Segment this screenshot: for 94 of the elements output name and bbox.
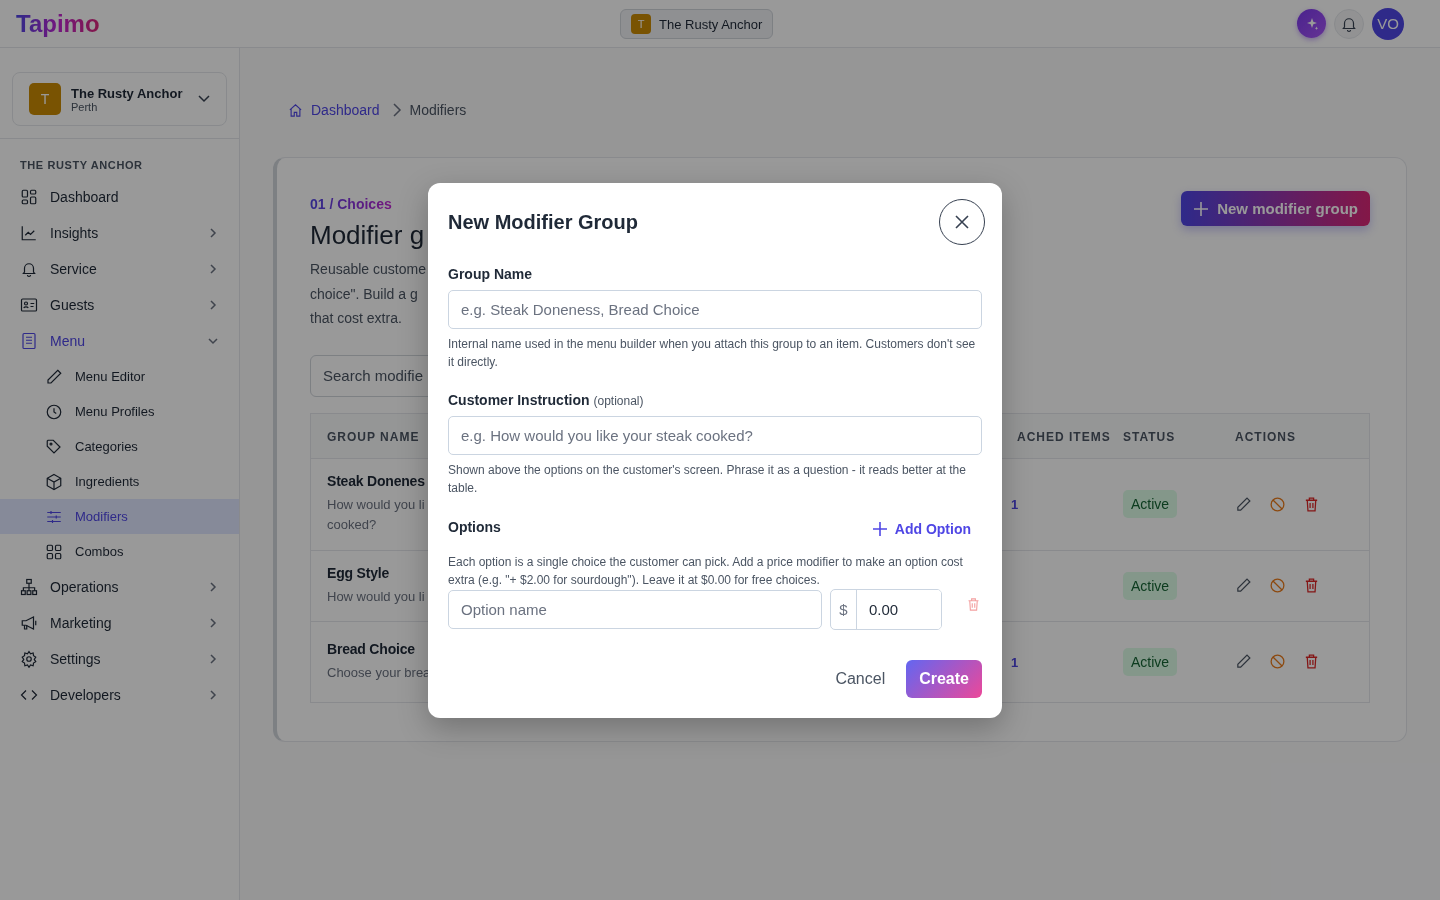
chevron-right-icon xyxy=(391,103,402,117)
chevron-down-icon xyxy=(198,95,210,103)
help-text: Shown above the options on the customer's screen. Phrase it as a question - it reads better at the table. xyxy=(448,462,967,497)
group-instruction: How would you li xyxy=(327,587,425,606)
section-label: Options xyxy=(448,519,501,535)
status-badge: Active xyxy=(1123,490,1178,518)
price-field[interactable]: $ 0.00 xyxy=(830,589,942,630)
venue-switcher[interactable]: T The Rusty Anchor xyxy=(620,9,774,39)
page-description: choice". Build a g xyxy=(310,284,419,304)
nav-item[interactable]: Settings xyxy=(0,641,239,677)
chart-icon xyxy=(20,224,38,242)
cancel-button[interactable]: Cancel xyxy=(835,670,886,688)
trash-icon[interactable] xyxy=(1303,495,1320,513)
nav-subitem[interactable]: Combos xyxy=(0,534,239,569)
option-name-field[interactable]: Option name xyxy=(448,590,822,629)
attached-count[interactable]: 1 xyxy=(1011,654,1019,670)
nav-item[interactable]: Developers xyxy=(0,677,239,713)
section-label: THE RUSTY ANCHOR xyxy=(0,138,239,179)
org-icon xyxy=(20,578,38,596)
gear-icon xyxy=(20,650,38,668)
notifications-button[interactable] xyxy=(1334,8,1364,39)
status-badge: Active xyxy=(1123,647,1178,676)
close-button[interactable] xyxy=(939,199,985,245)
pencil-icon xyxy=(45,367,63,386)
pencil-icon[interactable] xyxy=(1235,653,1252,670)
home-icon xyxy=(288,102,303,118)
breadcrumb-current: Modifiers xyxy=(409,102,467,118)
bell-icon xyxy=(20,260,38,278)
cube-icon xyxy=(45,472,63,491)
nav-subitem[interactable]: Modifiers xyxy=(0,499,239,534)
column-header: STATUS xyxy=(1123,429,1176,444)
nav-item[interactable]: Marketing xyxy=(0,605,239,641)
ban-icon[interactable] xyxy=(1269,577,1286,594)
megaphone-icon xyxy=(20,614,38,632)
trash-icon[interactable] xyxy=(966,597,981,612)
venue-name: The Rusty Anchor xyxy=(659,16,763,32)
nav-subitem[interactable]: Menu Editor xyxy=(0,359,239,394)
dialog-title: New Modifier Group xyxy=(448,210,638,234)
ban-icon[interactable] xyxy=(1269,653,1286,670)
nav-item[interactable]: Insights xyxy=(0,215,239,251)
field-label: Customer Instruction xyxy=(448,392,590,408)
optional-hint: (optional) xyxy=(593,394,644,408)
page-title: Modifier g xyxy=(310,220,426,251)
nav-item[interactable]: Menu xyxy=(0,323,239,359)
group-instruction: cooked? xyxy=(327,516,377,534)
user-avatar[interactable]: VO xyxy=(1372,7,1404,40)
book-icon xyxy=(20,332,38,350)
grid-icon xyxy=(45,542,63,561)
grid-icon xyxy=(20,188,38,206)
eyebrow: 01 / Choices xyxy=(310,196,392,212)
clock-icon xyxy=(45,402,63,421)
field-label: Group Name xyxy=(448,266,533,282)
status-badge: Active xyxy=(1123,571,1178,600)
group-name: Bread Choice xyxy=(327,640,415,657)
plus-icon xyxy=(872,522,887,536)
nav-item[interactable]: Guests xyxy=(0,287,239,323)
create-button[interactable]: Create xyxy=(906,660,982,698)
new-modifier-group-button[interactable]: New modifier group xyxy=(1181,191,1370,226)
ban-icon[interactable] xyxy=(1269,495,1286,513)
tag-icon xyxy=(45,437,63,456)
group-instruction: How would you li xyxy=(327,496,425,514)
column-header: GROUP NAME xyxy=(327,429,420,444)
card-icon xyxy=(20,296,38,314)
venue-avatar: T xyxy=(631,14,651,34)
group-name: Egg Style xyxy=(327,564,389,581)
nav-item[interactable]: Operations xyxy=(0,569,239,605)
column-header: ACTIONS xyxy=(1235,429,1296,444)
plus-icon xyxy=(1193,200,1210,217)
venue-avatar: T xyxy=(29,83,61,115)
sparkle-button[interactable] xyxy=(1297,9,1326,38)
nav-item[interactable]: Dashboard xyxy=(0,179,239,215)
close-icon xyxy=(955,215,969,229)
add-option-button[interactable]: Add Option xyxy=(872,521,982,537)
trash-icon[interactable] xyxy=(1303,653,1320,670)
group-name: Steak Donenes xyxy=(327,473,425,489)
group-name-field[interactable]: e.g. Steak Doneness, Bread Choice xyxy=(448,290,982,329)
nav-subitem[interactable]: Menu Profiles xyxy=(0,394,239,429)
trash-icon[interactable] xyxy=(1303,577,1320,594)
help-text: Each option is a single choice the customer can pick. Add a price modifier to make an option cost extra (e.g. "+ $2.00 for sourdough"). Leave it at $0.00 for free choices. xyxy=(448,554,964,589)
pencil-icon[interactable] xyxy=(1235,495,1252,513)
column-header: ACHED ITEMS xyxy=(1017,429,1111,444)
venue-name: The Rusty Anchor xyxy=(71,85,183,101)
breadcrumb-link[interactable]: Dashboard xyxy=(311,102,380,118)
help-text: Internal name used in the menu builder when you attach this group to an item. Customers don't see it directly. xyxy=(448,336,977,371)
venue-location: Perth xyxy=(71,100,98,113)
pencil-icon[interactable] xyxy=(1235,577,1252,594)
nav-subitem[interactable]: Ingredients xyxy=(0,464,239,499)
attached-count[interactable]: 1 xyxy=(1011,497,1019,512)
nav-subitem[interactable]: Categories xyxy=(0,429,239,464)
nav-item[interactable]: Service xyxy=(0,251,239,287)
page-description: that cost extra. xyxy=(310,309,403,328)
page-description: Reusable custome xyxy=(310,260,426,279)
customer-instruction-field[interactable]: e.g. How would you like your steak cooked? xyxy=(448,416,982,455)
venue-selector[interactable]: T The Rusty Anchor Perth xyxy=(12,72,227,126)
